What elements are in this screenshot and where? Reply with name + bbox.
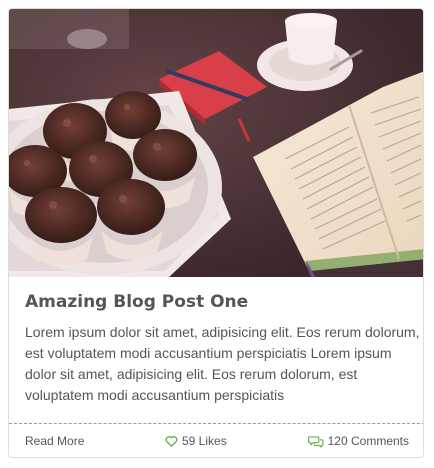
comments-button[interactable]: 120 Comments	[307, 434, 409, 448]
read-more-label: Read More	[25, 434, 85, 448]
post-footer: Read More 59 Likes 120 Comments	[9, 423, 423, 457]
blog-post-card: Amazing Blog Post One Lorem ipsum dolor …	[8, 8, 424, 458]
comments-count: 120 Comments	[327, 434, 409, 448]
post-title[interactable]: Amazing Blog Post One	[25, 292, 248, 312]
likes-count: 59 Likes	[182, 434, 227, 448]
read-more-link[interactable]: Read More	[25, 434, 84, 448]
post-image[interactable]	[9, 9, 423, 277]
heart-icon	[165, 435, 178, 447]
comments-icon	[307, 435, 324, 448]
likes-button[interactable]: 59 Likes	[165, 434, 227, 448]
post-excerpt: Lorem ipsum dolor sit amet, adipisicing …	[25, 324, 420, 403]
post-image-graphic	[9, 9, 423, 277]
